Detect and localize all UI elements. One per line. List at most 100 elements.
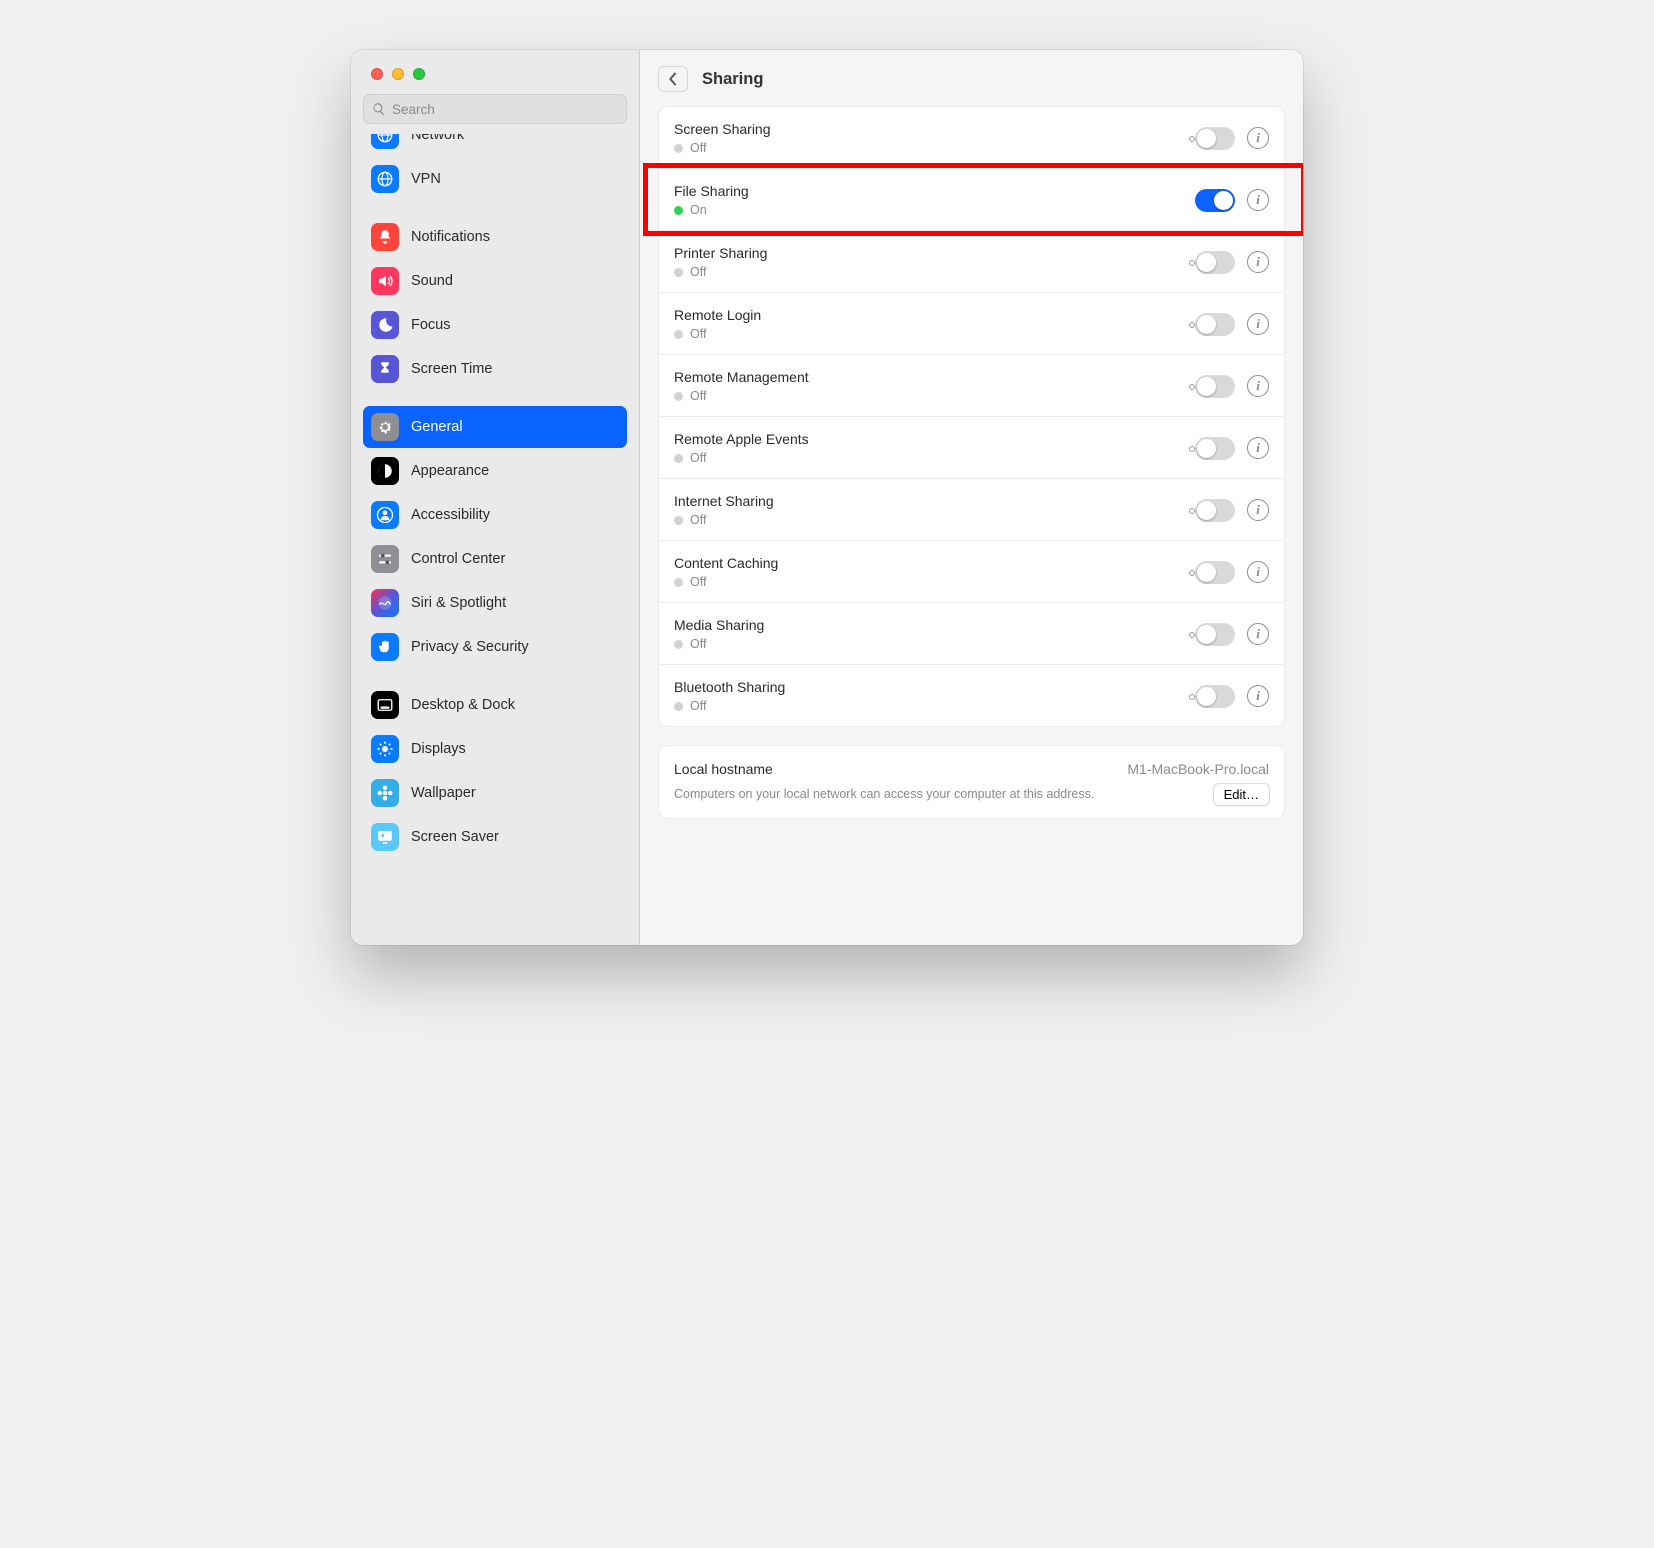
service-title: Media Sharing xyxy=(674,617,1195,633)
hand-icon xyxy=(371,633,399,661)
sidebar-item-label: Sound xyxy=(411,273,453,289)
service-status: Off xyxy=(690,637,706,651)
sidebar-item-general[interactable]: General xyxy=(363,406,627,448)
status-indicator-icon xyxy=(674,144,683,153)
service-title: Screen Sharing xyxy=(674,121,1195,137)
dock-icon xyxy=(371,691,399,719)
info-button[interactable]: i xyxy=(1247,499,1269,521)
service-status: Off xyxy=(690,513,706,527)
service-status: Off xyxy=(690,451,706,465)
globe-grid-icon xyxy=(371,134,399,149)
info-button[interactable]: i xyxy=(1247,437,1269,459)
toggle-switch[interactable] xyxy=(1195,623,1235,646)
sharing-row-printer-sharing: Printer SharingOffi xyxy=(659,230,1284,292)
toggle-switch[interactable] xyxy=(1195,561,1235,584)
hourglass-icon xyxy=(371,355,399,383)
sidebar-item-label: Screen Saver xyxy=(411,829,499,845)
flower-icon xyxy=(371,779,399,807)
chevron-left-icon xyxy=(668,72,678,86)
service-status: Off xyxy=(690,327,706,341)
service-status: Off xyxy=(690,575,706,589)
hostname-card: Local hostname M1-MacBook-Pro.local Comp… xyxy=(658,745,1285,819)
sidebar-item-wallpaper[interactable]: Wallpaper xyxy=(363,772,627,814)
info-button[interactable]: i xyxy=(1247,189,1269,211)
sidebar-item-control-center[interactable]: Control Center xyxy=(363,538,627,580)
search-input[interactable]: Search xyxy=(363,94,627,124)
status-indicator-icon xyxy=(674,268,683,277)
content-pane: Sharing Screen SharingOffiFile SharingOn… xyxy=(640,50,1303,945)
sidebar-item-appearance[interactable]: Appearance xyxy=(363,450,627,492)
sidebar-item-displays[interactable]: Displays xyxy=(363,728,627,770)
info-button[interactable]: i xyxy=(1247,251,1269,273)
sidebar-item-screen-saver[interactable]: Screen Saver xyxy=(363,816,627,858)
toggle-switch[interactable] xyxy=(1195,313,1235,336)
hostname-label: Local hostname xyxy=(674,761,773,777)
sidebar-item-label: VPN xyxy=(411,171,441,187)
status-indicator-icon xyxy=(674,330,683,339)
info-button[interactable]: i xyxy=(1247,313,1269,335)
service-title: Internet Sharing xyxy=(674,493,1195,509)
edit-hostname-button[interactable]: Edit… xyxy=(1213,783,1270,806)
sharing-row-screen-sharing: Screen Sharing Off i xyxy=(659,107,1284,168)
info-button[interactable]: i xyxy=(1247,623,1269,645)
sidebar-item-desktop-dock[interactable]: Desktop & Dock xyxy=(363,684,627,726)
toggle-switch[interactable] xyxy=(1195,127,1235,150)
sidebar-item-label: Control Center xyxy=(411,551,505,567)
status-indicator-icon xyxy=(674,640,683,649)
toggle-switch[interactable] xyxy=(1195,685,1235,708)
hostname-help-text: Computers on your local network can acce… xyxy=(674,787,1094,801)
sidebar-item-label: Focus xyxy=(411,317,451,333)
toggle-switch[interactable] xyxy=(1195,437,1235,460)
sidebar-item-label: General xyxy=(411,419,463,435)
sun-icon xyxy=(371,735,399,763)
service-status: Off xyxy=(690,265,706,279)
sharing-row-remote-apple-events: Remote Apple EventsOffi xyxy=(659,416,1284,478)
sidebar-item-accessibility[interactable]: Accessibility xyxy=(363,494,627,536)
sidebar-item-label: Displays xyxy=(411,741,466,757)
info-button[interactable]: i xyxy=(1247,127,1269,149)
content-scroll[interactable]: Screen SharingOffiFile SharingOniPrinter… xyxy=(640,106,1303,945)
sidebar-item-siri-spotlight[interactable]: Siri & Spotlight xyxy=(363,582,627,624)
sound-icon xyxy=(371,267,399,295)
sidebar-item-label: Screen Time xyxy=(411,361,492,377)
sidebar-item-label: Notifications xyxy=(411,229,490,245)
status-indicator-icon xyxy=(674,702,683,711)
sidebar-item-label: Privacy & Security xyxy=(411,639,529,655)
info-button[interactable]: i xyxy=(1247,685,1269,707)
back-button[interactable] xyxy=(658,66,688,92)
sharing-row-content-caching: Content CachingOffi xyxy=(659,540,1284,602)
sidebar-item-vpn[interactable]: VPN xyxy=(363,158,627,200)
sidebar-item-privacy-security[interactable]: Privacy & Security xyxy=(363,626,627,668)
window-controls xyxy=(351,50,639,90)
contrast-icon xyxy=(371,457,399,485)
sharing-row-media-sharing: Media Sharing Off i xyxy=(659,602,1284,664)
service-status: Off xyxy=(690,699,706,713)
sidebar-item-screen-time[interactable]: Screen Time xyxy=(363,348,627,390)
zoom-window-button[interactable] xyxy=(413,68,425,80)
toggle-switch[interactable] xyxy=(1195,189,1235,212)
close-window-button[interactable] xyxy=(371,68,383,80)
hostname-help-row: Computers on your local network can acce… xyxy=(659,785,1284,818)
toggle-switch[interactable] xyxy=(1195,499,1235,522)
sidebar-item-focus[interactable]: Focus xyxy=(363,304,627,346)
service-title: Bluetooth Sharing xyxy=(674,679,1195,695)
content-header: Sharing xyxy=(640,50,1303,106)
sidebar-item-sound[interactable]: Sound xyxy=(363,260,627,302)
toggle-switch[interactable] xyxy=(1195,251,1235,274)
sharing-row-remote-management: Remote ManagementOffi xyxy=(659,354,1284,416)
siri-icon xyxy=(371,589,399,617)
minimize-window-button[interactable] xyxy=(392,68,404,80)
info-button[interactable]: i xyxy=(1247,375,1269,397)
sidebar-item-label: Accessibility xyxy=(411,507,490,523)
toggle-switch[interactable] xyxy=(1195,375,1235,398)
sidebar-item-network[interactable]: Network xyxy=(363,134,627,156)
sharing-services-card: Screen SharingOffiFile SharingOniPrinter… xyxy=(658,106,1285,727)
service-status: Off xyxy=(690,389,706,403)
sidebar-item-notifications[interactable]: Notifications xyxy=(363,216,627,258)
info-button[interactable]: i xyxy=(1247,561,1269,583)
moon-icon xyxy=(371,311,399,339)
page-title: Sharing xyxy=(702,70,763,89)
service-status: Off xyxy=(690,141,706,155)
sidebar-item-label: Desktop & Dock xyxy=(411,697,515,713)
sharing-row-file-sharing: File SharingOni xyxy=(659,168,1284,230)
